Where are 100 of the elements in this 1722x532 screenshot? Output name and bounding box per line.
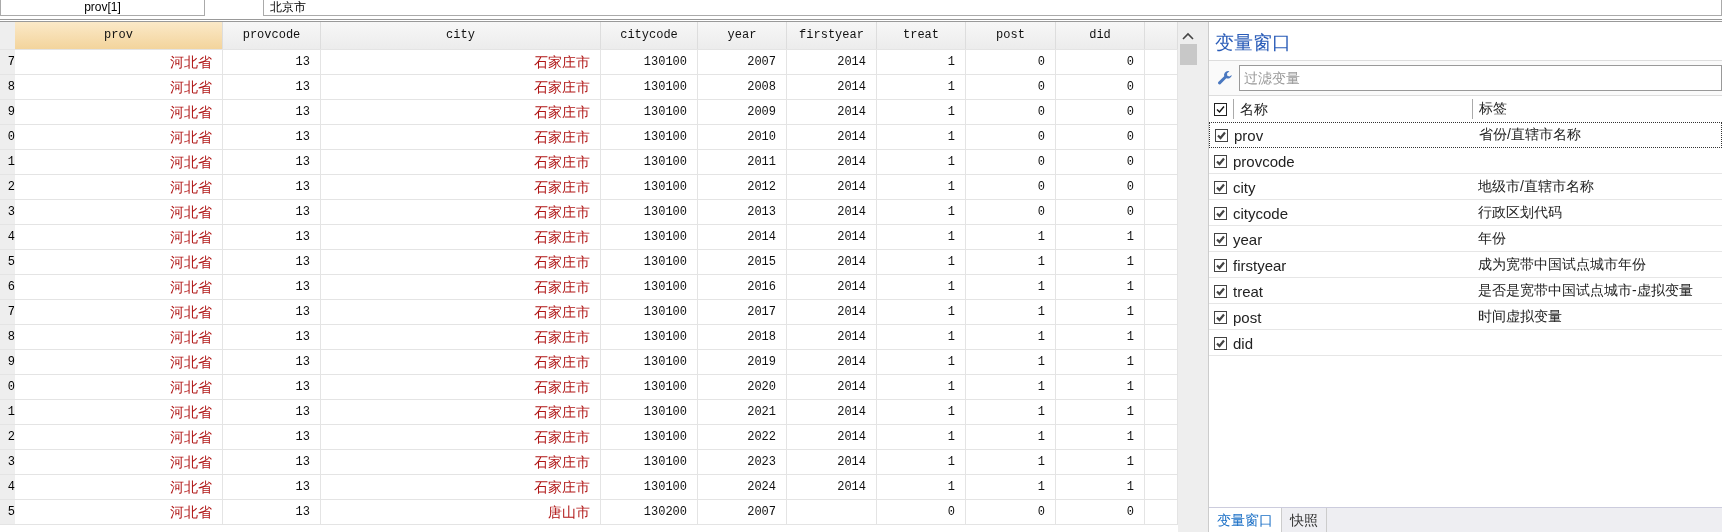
table-cell: 1	[1056, 375, 1145, 399]
table-cell: 2014	[787, 125, 877, 149]
table-cell: 河北省	[15, 225, 223, 249]
table-cell: 0	[966, 50, 1056, 74]
table-cell: 2023	[698, 450, 787, 474]
table-cell: 1	[877, 175, 966, 199]
checkbox[interactable]	[1214, 154, 1227, 168]
table-cell: 2014	[787, 250, 877, 274]
column-header[interactable]: firstyear	[787, 22, 877, 49]
table-cell: 河北省	[15, 275, 223, 299]
variable-row[interactable]: provcode	[1209, 148, 1722, 174]
variable-name-field[interactable]: prov[1]	[0, 0, 205, 16]
checkbox[interactable]	[1214, 310, 1227, 324]
table-cell: 13	[223, 175, 321, 199]
column-header[interactable]: post	[966, 22, 1056, 49]
table-cell: 1	[966, 300, 1056, 324]
column-header[interactable]: city	[321, 22, 601, 49]
row-number: 3	[0, 200, 15, 224]
table-cell: 0	[1056, 150, 1145, 174]
variable-row[interactable]: prov 省份/直辖市名称	[1209, 122, 1722, 148]
table-cell: 0	[966, 200, 1056, 224]
table-cell: 石家庄市	[321, 425, 601, 449]
variable-row[interactable]: firstyear 成为宽带中国试点城市年份	[1209, 252, 1722, 278]
table-cell: 石家庄市	[321, 250, 601, 274]
table-cell: 0	[877, 500, 966, 524]
table-cell: 石家庄市	[321, 150, 601, 174]
table-cell: 1	[1056, 300, 1145, 324]
table-cell: 石家庄市	[321, 450, 601, 474]
panel-tab[interactable]: 快照	[1282, 508, 1327, 532]
checkbox[interactable]	[1214, 102, 1227, 116]
variable-row[interactable]: year 年份	[1209, 226, 1722, 252]
table-cell: 河北省	[15, 100, 223, 124]
table-cell: 0	[966, 100, 1056, 124]
row-number: 4	[0, 225, 15, 249]
table-cell: 唐山市	[321, 500, 601, 524]
table-cell: 2016	[698, 275, 787, 299]
checkbox[interactable]	[1214, 206, 1227, 220]
checkbox[interactable]	[1214, 232, 1227, 246]
table-cell: 13	[223, 375, 321, 399]
column-header[interactable]: treat	[877, 22, 966, 49]
column-header[interactable]: year	[698, 22, 787, 49]
table-cell: 1	[877, 350, 966, 374]
variable-name: firstyear	[1233, 256, 1288, 274]
table-cell: 130100	[601, 50, 698, 74]
column-header[interactable]: provcode	[223, 22, 321, 49]
table-cell: 1	[1056, 425, 1145, 449]
table-cell: 1	[877, 300, 966, 324]
column-header[interactable]: prov	[15, 22, 223, 49]
table-cell: 2007	[698, 50, 787, 74]
table-cell: 130100	[601, 250, 698, 274]
scrollbar-thumb[interactable]	[1179, 44, 1197, 65]
table-cell: 2014	[787, 375, 877, 399]
variable-name: city	[1233, 178, 1257, 196]
checkbox[interactable]	[1214, 180, 1227, 194]
variable-row[interactable]: treat 是否是宽带中国试点城市-虚拟变量	[1209, 278, 1722, 304]
checkbox[interactable]	[1214, 258, 1227, 272]
variable-row[interactable]: did	[1209, 330, 1722, 356]
table-cell: 1	[877, 150, 966, 174]
value-field[interactable]: 北京市	[263, 0, 1722, 16]
table-cell: 石家庄市	[321, 100, 601, 124]
scroll-up-icon[interactable]	[1182, 32, 1194, 40]
table-cell: 0	[1056, 200, 1145, 224]
table-cell: 1	[877, 325, 966, 349]
table-cell: 1	[877, 275, 966, 299]
variable-row[interactable]: post 时间虚拟变量	[1209, 304, 1722, 330]
table-cell: 130100	[601, 200, 698, 224]
table-cell: 河北省	[15, 50, 223, 74]
variable-row[interactable]: citycode 行政区划代码	[1209, 200, 1722, 226]
column-header[interactable]: 名称	[1233, 99, 1473, 119]
table-cell: 0	[1056, 500, 1145, 524]
table-cell: 2014	[787, 450, 877, 474]
column-header[interactable]: citycode	[601, 22, 698, 49]
table-cell: 1	[877, 475, 966, 499]
table-cell: 河北省	[15, 175, 223, 199]
column-header[interactable]: did	[1056, 22, 1145, 49]
table-cell: 0	[1056, 50, 1145, 74]
checkbox[interactable]	[1214, 284, 1227, 298]
table-cell: 2021	[698, 400, 787, 424]
column-header[interactable]: 标签	[1473, 100, 1507, 118]
table-cell: 13	[223, 200, 321, 224]
table-cell: 0	[966, 150, 1056, 174]
row-number: 5	[0, 500, 15, 524]
checkbox[interactable]	[1214, 336, 1227, 350]
variable-name: did	[1233, 334, 1255, 352]
filter-field[interactable]: 过滤变量	[1239, 65, 1722, 91]
checkbox[interactable]	[1215, 128, 1228, 142]
row-number: 2	[0, 425, 15, 449]
table-cell: 2024	[698, 475, 787, 499]
table-cell: 13	[223, 300, 321, 324]
table-cell: 1	[1056, 275, 1145, 299]
panel-tab[interactable]: 变量窗口	[1209, 508, 1282, 532]
table-cell: 1	[1056, 225, 1145, 249]
table-cell: 2014	[787, 475, 877, 499]
table-cell: 0	[1056, 175, 1145, 199]
table-cell: 130100	[601, 350, 698, 374]
table-cell: 1	[877, 75, 966, 99]
table-cell: 130100	[601, 325, 698, 349]
table-cell: 1	[877, 400, 966, 424]
variable-row[interactable]: city 地级市/直辖市名称	[1209, 174, 1722, 200]
table-cell: 130100	[601, 75, 698, 99]
